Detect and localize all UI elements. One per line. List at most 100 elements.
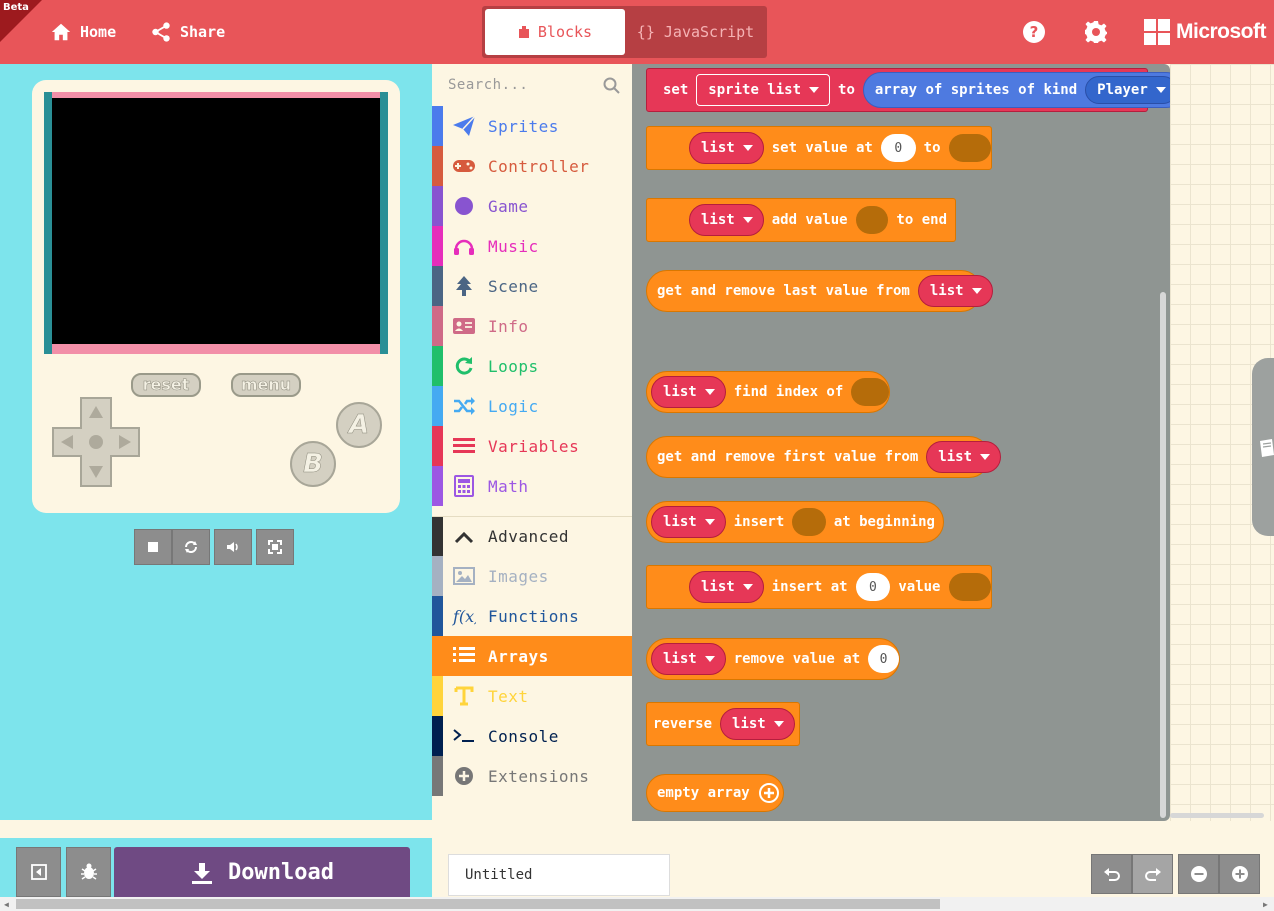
- toolbox-category-logic[interactable]: Logic: [432, 386, 632, 426]
- debug-button[interactable]: [66, 847, 111, 897]
- toolbox-category-arrays[interactable]: Arrays: [432, 636, 632, 676]
- toolbox-category-variables[interactable]: Variables: [432, 426, 632, 466]
- tab-blocks[interactable]: Blocks: [485, 9, 625, 55]
- reverse-block[interactable]: reverse list: [646, 702, 800, 746]
- a-button[interactable]: A: [336, 402, 382, 448]
- toolbox: Search... Sprites Controller Game Music Scen…: [432, 64, 632, 820]
- insert-at-block[interactable]: list insert at 0 value: [646, 565, 992, 609]
- stop-icon: [148, 542, 158, 552]
- toolbox-category-music[interactable]: Music: [432, 226, 632, 266]
- scroll-right-icon[interactable]: ▶: [1263, 900, 1268, 909]
- variable-dropdown[interactable]: sprite list: [696, 74, 831, 106]
- tab-blocks-label: Blocks: [537, 23, 593, 41]
- value-slot[interactable]: [948, 134, 991, 162]
- calculator-icon: [452, 474, 476, 498]
- empty-array-block[interactable]: empty array: [646, 774, 784, 812]
- svg-text:?: ?: [1030, 23, 1039, 41]
- remove-first-block[interactable]: get and remove first value from list: [646, 436, 1002, 478]
- trash-drawer[interactable]: [1252, 358, 1274, 536]
- dpad-icon[interactable]: [51, 396, 141, 488]
- toolbox-category-loops[interactable]: Loops: [432, 346, 632, 386]
- toolbox-category-advanced[interactable]: Advanced: [432, 516, 632, 557]
- find-index-block[interactable]: list find index of: [646, 371, 890, 413]
- zoom-out-button[interactable]: [1178, 854, 1219, 894]
- list-variable-pill[interactable]: list: [689, 204, 764, 236]
- sprites-of-kind-block[interactable]: array of sprites of kind Player: [862, 72, 1170, 108]
- toolbox-category-console[interactable]: Console: [432, 716, 632, 756]
- download-button[interactable]: Download: [114, 847, 410, 898]
- plus-circle-icon[interactable]: [758, 782, 780, 804]
- help-icon[interactable]: ?: [1022, 20, 1046, 44]
- workspace-scrollbar[interactable]: [1170, 813, 1264, 818]
- toolbox-category-math[interactable]: Math: [432, 466, 632, 506]
- list-variable-pill[interactable]: list: [651, 506, 726, 538]
- remove-value-at-block[interactable]: list remove value at 0: [646, 638, 900, 680]
- undo-button[interactable]: [1091, 854, 1132, 894]
- value-slot[interactable]: [792, 508, 826, 536]
- b-button[interactable]: B: [290, 441, 336, 487]
- zoom-in-button[interactable]: [1219, 854, 1260, 894]
- set-value-at-block[interactable]: list set value at 0 to: [646, 126, 992, 170]
- restart-button[interactable]: [172, 529, 210, 565]
- list-variable-pill[interactable]: list: [917, 275, 993, 307]
- value-slot[interactable]: [855, 206, 889, 234]
- bug-icon: [80, 863, 97, 880]
- search-box[interactable]: Search...: [432, 64, 632, 106]
- microsoft-squares-icon: [1144, 19, 1170, 45]
- toolbox-category-scene[interactable]: Scene: [432, 266, 632, 306]
- tab-javascript-label: {} JavaScript: [636, 23, 755, 41]
- list-variable-pill[interactable]: list: [651, 643, 726, 675]
- toolbox-category-images[interactable]: Images: [432, 556, 632, 596]
- block-text: add value: [771, 212, 848, 228]
- blocks-workspace[interactable]: [1170, 64, 1274, 821]
- toolbox-category-sprites[interactable]: Sprites: [432, 106, 632, 146]
- kind-dropdown[interactable]: Player: [1085, 76, 1170, 104]
- set-variable-block[interactable]: set sprite list to array of sprites of k…: [646, 68, 1170, 112]
- list-variable-pill[interactable]: list: [689, 571, 764, 603]
- page-horizontal-scrollbar[interactable]: ◀ ▶: [0, 897, 1274, 911]
- share-button[interactable]: Share: [150, 18, 225, 46]
- value-slot[interactable]: [948, 573, 991, 601]
- stop-button[interactable]: [134, 529, 172, 565]
- category-label: Functions: [488, 606, 580, 626]
- redo-button[interactable]: [1132, 854, 1173, 894]
- search-icon[interactable]: [603, 77, 620, 94]
- toolbox-category-text[interactable]: Text: [432, 676, 632, 716]
- caret-down-icon: [809, 87, 820, 93]
- puzzle-icon: [518, 26, 529, 38]
- category-color-bar: [432, 186, 443, 226]
- toolbox-category-extensions[interactable]: Extensions: [432, 756, 632, 796]
- index-input[interactable]: 0: [880, 134, 916, 162]
- array-list-icon: [452, 644, 476, 668]
- list-variable-pill[interactable]: list: [689, 132, 764, 164]
- value-slot[interactable]: [851, 378, 889, 406]
- index-input[interactable]: 0: [855, 573, 891, 601]
- fullscreen-button[interactable]: [256, 529, 294, 565]
- scroll-left-icon[interactable]: ◀: [4, 900, 9, 909]
- list-lines-icon: [452, 434, 476, 458]
- index-input[interactable]: 0: [868, 645, 899, 673]
- collapse-simulator-button[interactable]: [16, 847, 61, 897]
- tab-javascript[interactable]: {} JavaScript: [627, 9, 764, 55]
- remove-last-block[interactable]: get and remove last value from list: [646, 270, 993, 312]
- list-variable-pill[interactable]: list: [926, 441, 1002, 473]
- home-button[interactable]: Home: [50, 18, 116, 46]
- insert-at-beginning-block[interactable]: list insert at beginning: [646, 501, 944, 543]
- flyout-scrollbar[interactable]: [1160, 292, 1166, 818]
- toolbox-category-info[interactable]: Info: [432, 306, 632, 346]
- toolbox-category-game[interactable]: Game: [432, 186, 632, 226]
- gear-icon[interactable]: [1084, 20, 1108, 44]
- project-name-input[interactable]: Untitled: [448, 854, 670, 896]
- scrollbar-thumb[interactable]: [16, 899, 940, 909]
- list-variable-pill[interactable]: list: [651, 376, 726, 408]
- toolbox-category-functions[interactable]: f(x) Functions: [432, 596, 632, 636]
- toolbox-category-controller[interactable]: Controller: [432, 146, 632, 186]
- reset-button[interactable]: reset: [131, 373, 201, 397]
- game-screen[interactable]: [52, 98, 380, 344]
- sound-button[interactable]: [214, 529, 252, 565]
- list-variable-pill[interactable]: list: [720, 708, 795, 740]
- menu-button[interactable]: menu: [231, 373, 301, 397]
- microsoft-logo[interactable]: Microsoft: [1144, 19, 1267, 45]
- add-value-block[interactable]: list add value to end: [646, 198, 956, 242]
- search-input[interactable]: Search...: [448, 77, 528, 93]
